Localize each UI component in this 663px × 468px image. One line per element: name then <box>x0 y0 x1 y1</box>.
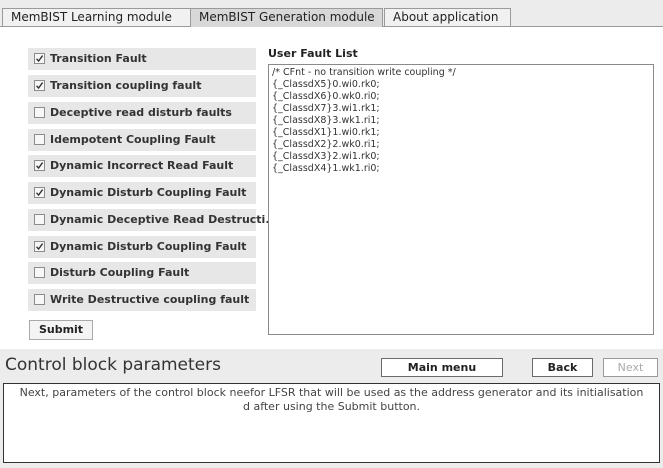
user-fault-list-textarea[interactable]: /* CFnt - no transition write coupling *… <box>268 64 654 335</box>
fault-list-line: {_ClassdX5}0.wi0.rk0; <box>272 79 380 90</box>
fault-checkbox-dynamic-disturb-coupling[interactable]: Dynamic Disturb Coupling Fault <box>28 182 256 204</box>
description-box: Next, parameters of the control block ne… <box>3 383 660 463</box>
fault-list-line: {_ClassdX4}1.wk1.ri0; <box>272 163 380 174</box>
fault-list-line: {_ClassdX2}2.wk0.ri1; <box>272 139 380 150</box>
checkmark-icon <box>35 162 44 170</box>
tab-generation-module[interactable]: MemBIST Generation module <box>190 8 383 27</box>
fault-list-line: {_ClassdX6}0.wk0.ri0; <box>272 91 380 102</box>
fault-checkbox-disturb-coupling[interactable]: Disturb Coupling Fault <box>28 262 256 284</box>
fault-checkbox-transition-coupling[interactable]: Transition coupling fault <box>28 75 256 97</box>
tab-learning-module[interactable]: MemBIST Learning module <box>2 8 191 26</box>
checkbox-checked[interactable] <box>34 241 45 252</box>
checkmark-icon <box>35 189 44 197</box>
checkbox-label: Transition Fault <box>50 52 147 65</box>
checkbox[interactable] <box>34 107 45 118</box>
checkbox-checked[interactable] <box>34 160 45 171</box>
control-block-title: Control block parameters <box>5 355 221 375</box>
user-fault-list-title: User Fault List <box>268 47 358 60</box>
fault-list-line: {_ClassdX1}1.wi0.rk1; <box>272 127 380 138</box>
checkbox-label: Dynamic Disturb Coupling Fault <box>50 240 247 253</box>
checkbox-label: Write Destructive coupling fault <box>50 293 250 306</box>
fault-checkbox-deceptive-read-disturb[interactable]: Deceptive read disturb faults <box>28 102 256 124</box>
checkmark-icon <box>35 82 44 90</box>
fault-checkbox-dynamic-incorrect-read[interactable]: Dynamic Incorrect Read Fault <box>28 155 256 177</box>
checkbox-label: Disturb Coupling Fault <box>50 266 190 279</box>
checkmark-icon <box>35 55 44 63</box>
tab-about-application[interactable]: About application <box>384 8 511 26</box>
fault-checkbox-transition-fault[interactable]: Transition Fault <box>28 48 256 70</box>
checkbox[interactable] <box>34 134 45 145</box>
checkbox[interactable] <box>34 214 45 225</box>
fault-checkbox-idempotent-coupling[interactable]: Idempotent Coupling Fault <box>28 129 256 151</box>
fault-checkbox-write-destructive[interactable]: Write Destructive coupling fault <box>28 289 256 311</box>
checkbox-label: Dynamic Disturb Coupling Fault <box>50 186 247 199</box>
checkbox-checked[interactable] <box>34 53 45 64</box>
next-button[interactable]: Next <box>603 358 658 377</box>
fault-checkbox-dynamic-deceptive-read[interactable]: Dynamic Deceptive Read Destructi... <box>28 209 278 231</box>
description-line-2: d after using the Submit button. <box>242 400 421 413</box>
checkbox-label: Dynamic Deceptive Read Destructi... <box>50 213 278 226</box>
checkbox[interactable] <box>34 267 45 278</box>
fault-list-line: /* CFnt - no transition write coupling *… <box>272 67 456 78</box>
main-menu-button[interactable]: Main menu <box>381 358 503 377</box>
checkbox-label: Transition coupling fault <box>50 79 202 92</box>
checkbox-checked[interactable] <box>34 187 45 198</box>
checkbox-checked[interactable] <box>34 80 45 91</box>
fault-list-line: {_ClassdX7}3.wi1.rk1; <box>272 103 380 114</box>
fault-checkbox-dynamic-disturb-coupling-2[interactable]: Dynamic Disturb Coupling Fault <box>28 236 256 258</box>
fault-list-line: {_ClassdX3}2.wi1.rk0; <box>272 151 380 162</box>
checkbox-label: Idempotent Coupling Fault <box>50 133 216 146</box>
tab-bar: MemBIST Learning module MemBIST Generati… <box>0 0 663 30</box>
back-button[interactable]: Back <box>532 358 593 377</box>
description-line-1: Next, parameters of the control block ne… <box>19 386 644 399</box>
submit-button[interactable]: Submit <box>29 320 93 340</box>
checkbox-label: Deceptive read disturb faults <box>50 106 232 119</box>
checkbox-label: Dynamic Incorrect Read Fault <box>50 159 234 172</box>
checkbox[interactable] <box>34 294 45 305</box>
fault-list-line: {_ClassdX8}3.wk1.ri1; <box>272 115 380 126</box>
checkmark-icon <box>35 243 44 251</box>
